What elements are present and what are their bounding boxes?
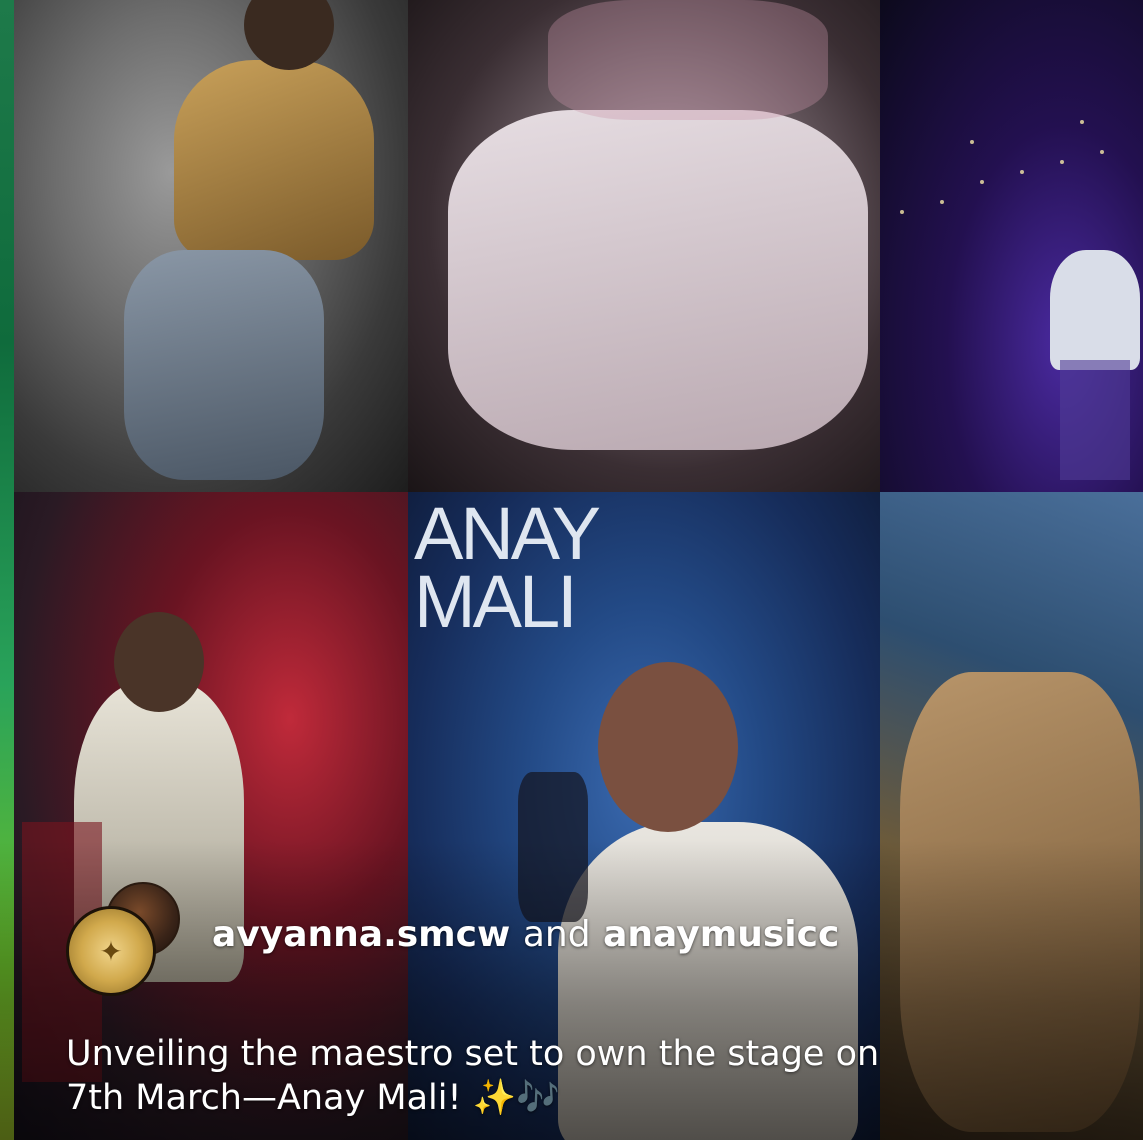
- story-viewer: ANAY MALI ✦ avyanna.smcw and anaymusicc …: [0, 0, 1143, 1140]
- poster-title-line2: MALI: [414, 560, 578, 643]
- poster-title: ANAY MALI: [414, 492, 601, 643]
- authors-connector: and: [522, 914, 591, 955]
- post-caption[interactable]: Unveiling the maestro set to own the sta…: [66, 1032, 1066, 1120]
- poster-title-line1: ANAY: [414, 492, 601, 575]
- post-authors: avyanna.smcw and anaymusicc: [212, 914, 839, 955]
- emblem-icon: ✦: [99, 934, 123, 968]
- collage-photo-3: [880, 0, 1143, 492]
- username-avyanna[interactable]: avyanna.smcw: [212, 914, 510, 955]
- caption-line-2: 7th March—Anay Mali! ✨🎶: [66, 1078, 560, 1118]
- collage-photo-1: [14, 0, 408, 492]
- username-anaymusicc[interactable]: anaymusicc: [603, 914, 839, 955]
- collage-photo-2: [408, 0, 880, 492]
- collab-avatars[interactable]: ✦: [66, 882, 186, 996]
- avatar-avyanna[interactable]: ✦: [66, 906, 156, 996]
- caption-line-1: Unveiling the maestro set to own the sta…: [66, 1034, 880, 1074]
